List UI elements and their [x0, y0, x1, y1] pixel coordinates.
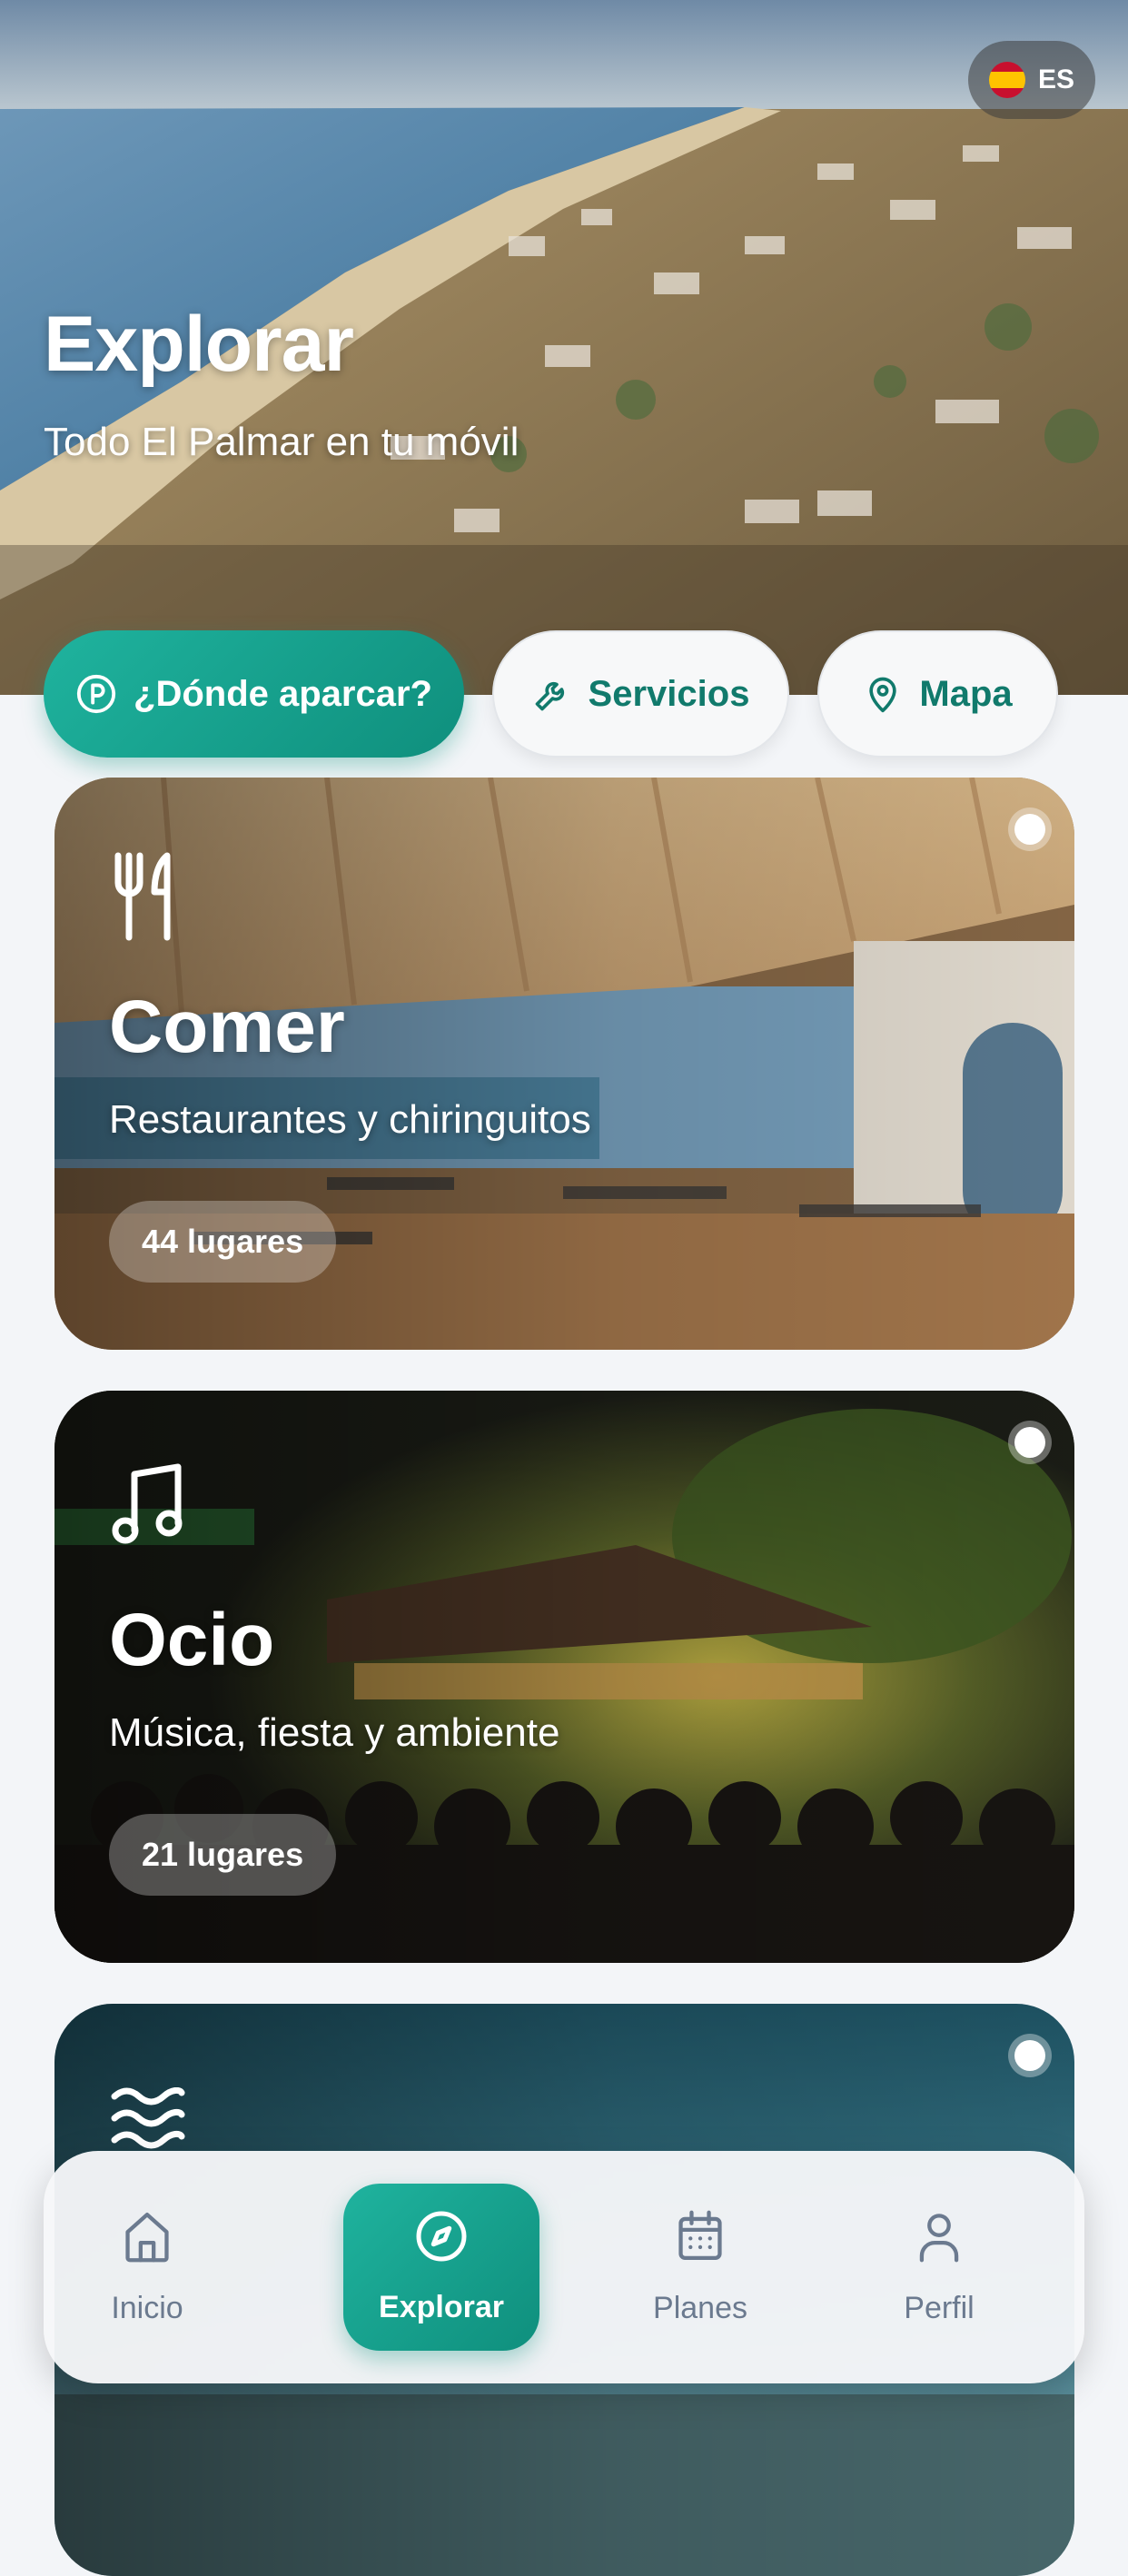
- nav-label-planes: Planes: [653, 2291, 747, 2325]
- map-pin-icon: [863, 674, 903, 714]
- places-count-badge: 21 lugares: [109, 1814, 337, 1896]
- parking-button-label: ¿Dónde aparcar?: [134, 673, 432, 714]
- category-title: Ocio: [109, 1599, 275, 1681]
- category-title: Comer: [109, 986, 345, 1068]
- parking-icon: [75, 673, 117, 715]
- page-title: Explorar: [44, 301, 354, 388]
- bottom-navigation: Inicio Explorar Planes Perfil: [44, 2151, 1084, 2383]
- parking-button[interactable]: ¿Dónde aparcar?: [44, 630, 464, 758]
- category-card-comer[interactable]: Comer Restaurantes y chiringuitos 44 lug…: [54, 778, 1074, 1350]
- services-button[interactable]: Servicios: [492, 630, 789, 758]
- nav-item-planes[interactable]: Planes: [602, 2184, 798, 2351]
- category-subtitle: Música, fiesta y ambiente: [109, 1710, 560, 1755]
- waves-icon: [111, 2086, 185, 2155]
- nav-label-inicio: Inicio: [111, 2291, 183, 2325]
- language-selector[interactable]: ES: [968, 41, 1095, 119]
- category-card-ocio[interactable]: Ocio Música, fiesta y ambiente 21 lugare…: [54, 1391, 1074, 1963]
- indicator-dot: [1014, 814, 1045, 845]
- nav-item-perfil[interactable]: Perfil: [841, 2184, 1037, 2351]
- spain-flag-icon: [988, 62, 1025, 98]
- home-icon: [121, 2208, 173, 2273]
- calendar-icon: [674, 2208, 727, 2273]
- user-icon: [913, 2208, 965, 2273]
- nav-item-inicio[interactable]: Inicio: [49, 2184, 245, 2351]
- places-count-badge: 44 lugares: [109, 1201, 337, 1283]
- page-subtitle: Todo El Palmar en tu móvil: [44, 420, 519, 464]
- music-icon: [111, 1463, 183, 1550]
- indicator-dot: [1014, 1427, 1045, 1458]
- language-code: ES: [1037, 64, 1075, 94]
- nav-item-explorar[interactable]: Explorar: [343, 2184, 539, 2351]
- nav-label-perfil: Perfil: [904, 2291, 975, 2325]
- map-button-label: Mapa: [919, 673, 1013, 714]
- category-subtitle: Restaurantes y chiringuitos: [109, 1097, 591, 1142]
- hero-banner: ES Explorar Todo El Palmar en tu móvil: [0, 0, 1128, 695]
- indicator-dot: [1014, 2040, 1045, 2071]
- services-button-label: Servicios: [588, 673, 750, 714]
- compass-icon: [414, 2209, 469, 2272]
- wrench-icon: [532, 674, 572, 714]
- map-button[interactable]: Mapa: [817, 630, 1058, 758]
- nav-label-explorar: Explorar: [379, 2290, 504, 2324]
- utensils-icon: [111, 850, 185, 946]
